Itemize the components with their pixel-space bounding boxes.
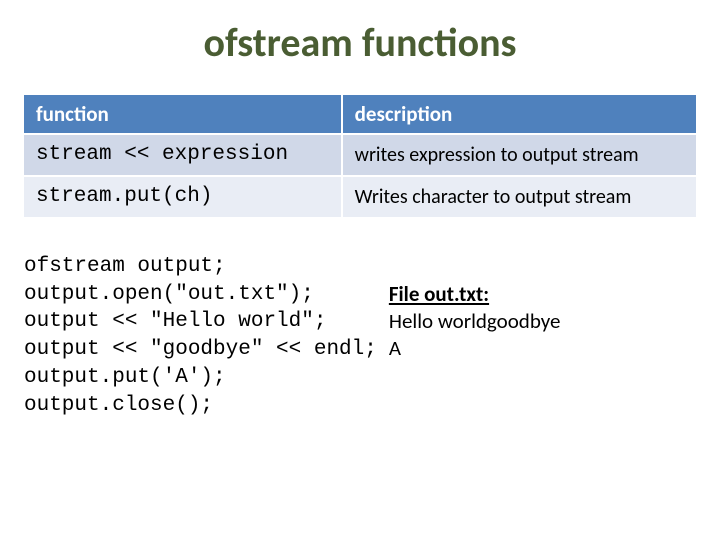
slide: ofstream functions function description … [0, 18, 720, 558]
code-line: output.open("out.txt"); [24, 283, 314, 306]
function-table: function description stream << expressio… [24, 95, 696, 217]
table-row: stream.put(ch) Writes character to outpu… [24, 176, 696, 217]
table-row: stream << expression writes expression t… [24, 134, 696, 176]
code-line: output << "goodbye" << endl; [24, 338, 377, 361]
cell-description: Writes character to output stream [342, 176, 696, 217]
code-line: output << "Hello world"; [24, 310, 326, 333]
file-output: File out.txt: Hello worldgoodbye A [389, 281, 561, 362]
cell-description: writes expression to output stream [342, 134, 696, 176]
bottom-area: ofstream output; output.open("out.txt");… [0, 253, 720, 419]
col-header-description: description [342, 95, 696, 134]
code-example: ofstream output; output.open("out.txt");… [24, 253, 377, 419]
table-header-row: function description [24, 95, 696, 134]
slide-title: ofstream functions [0, 18, 720, 67]
cell-function: stream.put(ch) [24, 176, 342, 217]
file-output-title: File out.txt: [389, 281, 561, 308]
code-line: ofstream output; [24, 255, 226, 278]
file-output-line: A [389, 335, 561, 362]
code-line: output.close(); [24, 394, 213, 417]
cell-function: stream << expression [24, 134, 342, 176]
code-line: output.put('A'); [24, 366, 226, 389]
file-output-line: Hello worldgoodbye [389, 308, 561, 335]
col-header-function: function [24, 95, 342, 134]
